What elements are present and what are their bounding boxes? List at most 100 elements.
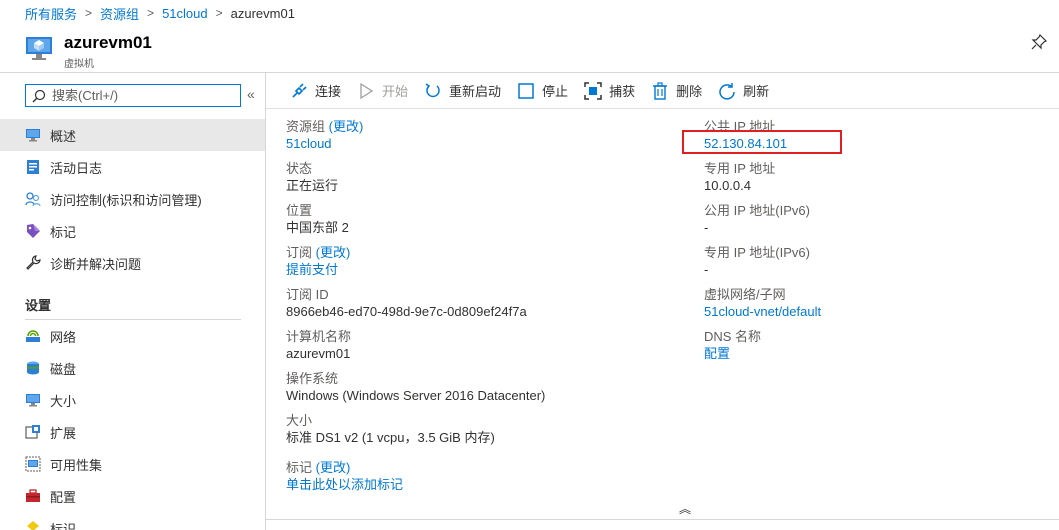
dns-label: DNS 名称 xyxy=(704,329,762,344)
location-property: 位置 中国东部 2 xyxy=(286,202,349,236)
sidebar-item-label: 标识 xyxy=(50,521,77,530)
network-icon xyxy=(26,330,40,342)
sidebar-item-size[interactable]: 大小 xyxy=(0,384,265,416)
private-ip-property: 专用 IP 地址 10.0.0.4 xyxy=(704,160,775,194)
delete-label: 删除 xyxy=(676,84,703,99)
search-input[interactable] xyxy=(52,88,232,103)
vnet-value[interactable]: 51cloud-vnet/default xyxy=(704,303,821,320)
sidebar: « 概述 活动日志 访问控制(标识和访问管理) 标记 xyxy=(0,73,266,530)
sidebar-item-availability-set[interactable]: 可用性集 xyxy=(0,448,265,480)
collapse-essentials-icon[interactable]: ︽ xyxy=(679,500,691,517)
search-box[interactable] xyxy=(25,84,241,107)
sidebar-item-overview[interactable]: 概述 xyxy=(0,119,265,151)
change-subscription-link[interactable]: (更改) xyxy=(316,245,351,260)
sidebar-item-label: 可用性集 xyxy=(50,457,103,473)
breadcrumb-current: azurevm01 xyxy=(230,5,295,21)
subscription-id-property: 订阅 ID 8966eb46-ed70-498d-9e7c-0d809ef24f… xyxy=(286,286,527,320)
location-label: 位置 xyxy=(286,203,313,218)
search-icon xyxy=(32,89,46,102)
sidebar-item-activity-log[interactable]: 活动日志 xyxy=(0,151,265,183)
tags-label: 标记 xyxy=(286,460,313,475)
refresh-button[interactable]: 刷新 xyxy=(718,81,769,100)
computer-name-property: 计算机名称 azurevm01 xyxy=(286,328,351,362)
refresh-label: 刷新 xyxy=(743,84,770,99)
os-value: Windows (Windows Server 2016 Datacenter) xyxy=(286,388,546,403)
private-ip-label: 专用 IP 地址 xyxy=(704,161,776,176)
computer-name-value: azurevm01 xyxy=(286,346,351,361)
sidebar-item-access-control[interactable]: 访问控制(标识和访问管理) xyxy=(0,183,265,215)
public-ipv6-label: 公用 IP 地址(IPv6) xyxy=(704,203,810,218)
activity-log-icon xyxy=(27,160,39,174)
status-label: 状态 xyxy=(286,161,313,176)
chevron-right-icon: > xyxy=(85,6,93,20)
stop-label: 停止 xyxy=(542,84,569,99)
connect-label: 连接 xyxy=(315,84,342,99)
connect-button[interactable]: 连接 xyxy=(290,81,341,100)
sidebar-item-disks[interactable]: 磁盘 xyxy=(0,352,265,384)
resource-group-value[interactable]: 51cloud xyxy=(286,135,363,152)
location-value: 中国东部 2 xyxy=(286,220,349,235)
sidebar-item-label: 配置 xyxy=(50,489,77,505)
sidebar-item-label: 扩展 xyxy=(50,425,77,441)
page-header: azurevm01 虚拟机 xyxy=(0,26,1059,72)
change-resource-group-link[interactable]: (更改) xyxy=(329,119,364,134)
capture-button[interactable]: 捕获 xyxy=(584,81,635,100)
dns-configure-link[interactable]: 配置 xyxy=(704,345,761,362)
change-tags-link[interactable]: (更改) xyxy=(316,460,351,475)
pin-icon[interactable] xyxy=(1031,34,1047,50)
people-icon xyxy=(25,192,41,207)
sidebar-item-label: 磁盘 xyxy=(50,361,77,377)
sidebar-item-configuration[interactable]: 配置 xyxy=(0,480,265,512)
start-button[interactable]: 开始 xyxy=(357,81,408,100)
subscription-value[interactable]: 提前支付 xyxy=(286,261,350,278)
extension-icon xyxy=(25,425,40,439)
highlight-box xyxy=(682,130,842,154)
stop-icon xyxy=(518,82,534,99)
restart-button[interactable]: 重新启动 xyxy=(424,81,501,100)
sidebar-item-extensions[interactable]: 扩展 xyxy=(0,416,265,448)
sidebar-item-tags[interactable]: 标记 xyxy=(0,215,265,247)
breadcrumb: 所有服务 > 资源组 > 51cloud > azurevm01 xyxy=(0,0,1059,26)
subscription-property: 订阅 (更改) 提前支付 xyxy=(286,244,350,278)
computer-name-label: 计算机名称 xyxy=(286,329,352,344)
restart-icon xyxy=(425,82,440,97)
breadcrumb-resource-group-51cloud[interactable]: 51cloud xyxy=(162,6,208,21)
plug-icon xyxy=(292,82,307,98)
size-property: 大小 标准 DS1 v2 (1 vcpu，3.5 GiB 内存) xyxy=(286,412,495,446)
virtual-machine-icon xyxy=(26,37,52,60)
chevron-right-icon: > xyxy=(215,6,223,20)
public-ipv6-value: - xyxy=(704,220,709,235)
essentials-divider xyxy=(266,519,1059,520)
chevron-right-icon: > xyxy=(147,6,155,20)
sidebar-item-identity[interactable]: 标识 xyxy=(0,512,265,530)
resource-group-label: 资源组 xyxy=(286,119,326,134)
start-label: 开始 xyxy=(382,84,409,99)
sidebar-item-label: 网络 xyxy=(50,329,77,345)
private-ip-value: 10.0.0.4 xyxy=(704,178,751,193)
subscription-id-value: 8966eb46-ed70-498d-9e7c-0d809ef24f7a xyxy=(286,304,527,319)
sidebar-item-label: 访问控制(标识和访问管理) xyxy=(50,192,202,208)
capture-label: 捕获 xyxy=(609,84,636,99)
add-tags-link[interactable]: 单击此处以添加标记 xyxy=(286,476,403,493)
restart-label: 重新启动 xyxy=(449,84,502,99)
breadcrumb-all-services[interactable]: 所有服务 xyxy=(25,4,77,23)
sidebar-item-label: 标记 xyxy=(50,224,77,240)
dns-property: DNS 名称 配置 xyxy=(704,328,761,362)
stop-button[interactable]: 停止 xyxy=(517,81,568,100)
status-value: 正在运行 xyxy=(286,178,339,193)
tag-icon xyxy=(27,224,40,238)
toolbox-icon xyxy=(26,489,40,502)
monitor-icon xyxy=(26,394,40,407)
monitor-icon xyxy=(26,129,40,142)
private-ipv6-value: - xyxy=(704,262,709,277)
collapse-sidebar-icon[interactable]: « xyxy=(247,86,255,102)
identity-icon xyxy=(27,521,39,530)
private-ipv6-property: 专用 IP 地址(IPv6) - xyxy=(704,244,810,278)
breadcrumb-resource-groups[interactable]: 资源组 xyxy=(100,4,139,23)
sidebar-item-networking[interactable]: 网络 xyxy=(0,320,265,352)
sidebar-item-diagnose[interactable]: 诊断并解决问题 xyxy=(0,247,265,279)
page-subtitle: 虚拟机 xyxy=(64,59,94,70)
size-value: 标准 DS1 v2 (1 vcpu，3.5 GiB 内存) xyxy=(286,430,495,445)
trash-icon xyxy=(653,81,668,100)
delete-button[interactable]: 删除 xyxy=(651,81,702,100)
